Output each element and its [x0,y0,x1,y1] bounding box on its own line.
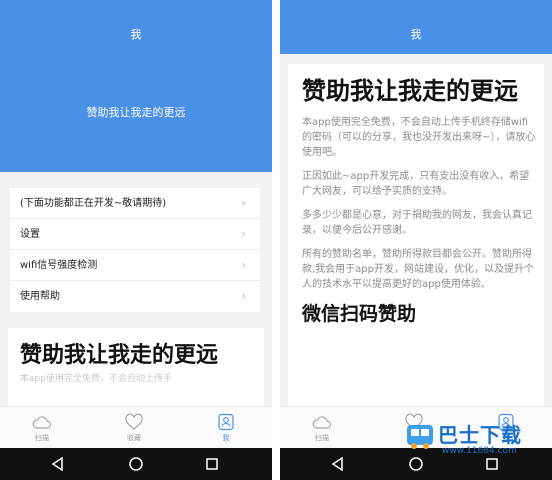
header-title: 我 [130,28,142,41]
menu-item-label: 设置 [20,229,40,240]
profile-header: 我 [280,0,552,54]
settings-menu: (下面功能都正在开发~敬请期待) › 设置 › wifi信号强度检测 › 使用帮… [10,188,260,312]
chevron-right-icon: › [241,289,246,303]
tab-bar: 扫描 收藏 我 [0,406,272,448]
menu-item-settings[interactable]: 设置 › [10,219,260,250]
bus-logo-icon [407,425,433,449]
menu-item-label: (下面功能都正在开发~敬请期待) [20,198,167,209]
tab-scan[interactable]: 扫描 [12,407,72,449]
tab-label: 扫描 [315,434,329,442]
menu-item-label: wifi信号强度检测 [20,260,98,271]
watermark-url: www.11684.com [442,446,517,456]
sponsor-card: 赞助我让我走的更远 本app使用完全免费，不会自动上传手 [8,328,264,406]
screenshot: 我 赞助我让我走的更远 (下面功能都正在开发~敬请期待) › 设置 › wifi… [0,0,552,480]
watermark-name: 巴士下载 [438,423,522,447]
tab-label: 我 [222,434,230,442]
cloud-icon [312,416,332,429]
paragraph-thanks: 多多少少都是心意，对于捐助我的网友，我会认真记录，以便今后公开感谢。 [302,210,532,236]
menu-item-help[interactable]: 使用帮助 › [10,281,260,312]
paragraph-sponsor-list: 所有的赞助名单，赞助所得款目都会公开。赞助所得款,我会用于app开发，网站建设，… [302,249,535,290]
sponsor-card-preview: 本app使用完全免费，不会自动上传手 [20,374,172,384]
chevron-right-icon: › [241,196,246,210]
tab-label: 收藏 [127,434,141,442]
gutter [272,0,280,480]
heart-icon [125,413,143,430]
menu-item-label: 使用帮助 [20,291,60,302]
back-triangle-icon[interactable] [50,456,66,472]
paragraph-free-app: 本app使用完全免费，不会自动上传手机终存储wifi的密码（可以的分享，我也没开… [302,117,536,158]
wechat-qr-heading: 微信扫码赞助 [302,303,417,325]
sponsor-link[interactable]: 赞助我让我走的更远 [0,104,272,120]
header-title: 我 [410,28,422,41]
profile-header: 我 赞助我让我走的更远 [0,0,272,172]
sponsor-detail-title: 赞助我让我走的更远 [302,77,518,105]
cloud-icon [32,416,52,429]
system-nav-bar [0,448,272,480]
phone-right: 我 赞助我让我走的更远 本app使用完全免费，不会自动上传手机终存储wifi的密… [280,0,552,480]
menu-item-coming-soon[interactable]: (下面功能都正在开发~敬请期待) › [10,188,260,219]
tab-label: 扫描 [35,434,49,442]
chevron-right-icon: › [241,227,246,241]
phone-left: 我 赞助我让我走的更远 (下面功能都正在开发~敬请期待) › 设置 › wifi… [0,0,272,480]
menu-item-wifi-signal[interactable]: wifi信号强度检测 › [10,250,260,281]
back-triangle-icon[interactable] [330,456,346,472]
person-icon [218,413,234,431]
recents-square-icon[interactable] [204,456,220,472]
chevron-right-icon: › [241,258,246,272]
sponsor-detail-card: 赞助我让我走的更远 本app使用完全免费，不会自动上传手机终存储wifi的密码（… [288,64,544,406]
site-watermark: 巴士下载 www.11684.com [402,418,550,462]
home-circle-icon[interactable] [128,456,144,472]
paragraph-support-request: 正因如此~app开发完成，只有支出没有收入，希望广大网友，可以给予实质的支持。 [302,171,530,197]
tab-scan[interactable]: 扫描 [292,407,352,449]
tab-me[interactable]: 我 [196,407,256,449]
sponsor-card-title: 赞助我让我走的更远 [20,343,219,368]
tab-favorites[interactable]: 收藏 [104,407,164,449]
